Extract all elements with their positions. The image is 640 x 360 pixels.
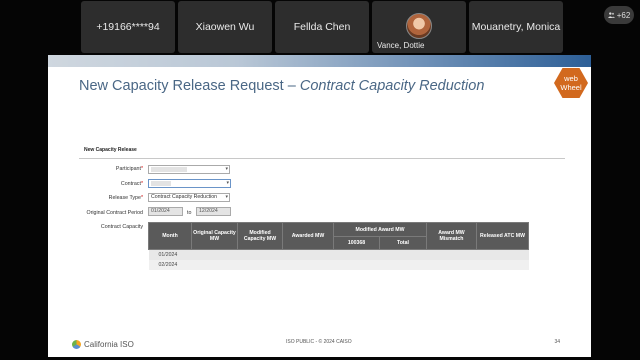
period-start-field: 01/2024 [148,207,183,216]
table-row: 02/2024 [148,259,529,270]
table-row: 01/2024 [148,249,529,260]
overflow-count: +62 [616,10,631,20]
participant-avatar [406,13,432,39]
col-sub-total: Total [379,236,427,250]
period-end-field: 12/2024 [196,207,231,216]
participant-tile[interactable]: Fellda Chen [275,1,369,53]
col-month: Month [148,222,192,250]
more-participants-button[interactable]: +62 [604,6,634,24]
slide-header-band [48,55,591,67]
col-sub-id: 100368 [333,236,380,250]
badge-line-2: Wheel [560,83,582,92]
chevron-down-icon: ▾ [225,166,228,172]
participant-name: Xiaowen Wu [195,21,255,33]
footer-classification: ISO PUBLIC - © 2024 CAISO [286,339,352,345]
participant-tile-video[interactable]: Vance, Dottie [372,1,466,53]
participant-select[interactable]: ▾ [148,165,230,174]
form-header: New Capacity Release [84,147,137,153]
slide-title-italic: Contract Capacity Reduction [299,78,485,94]
contract-label: Contract* [120,181,143,187]
period-to-text: to [187,210,192,216]
caiso-logo-icon [72,340,81,349]
caiso-logo: California ISO [72,340,134,349]
participant-name: Fellda Chen [293,21,351,33]
participant-tile[interactable]: Mouanetry, Monica [469,1,563,53]
col-modified: Modified Capacity MW [237,222,283,250]
chevron-down-icon: ▾ [226,180,229,186]
participant-strip: +19166****94 Xiaowen Wu Fellda Chen Vanc… [81,1,563,53]
participant-name: +19166****94 [96,21,160,33]
capacity-label: Contract Capacity [100,224,143,230]
capacity-table: Month Original Capacity MW Modified Capa… [148,222,529,270]
participant-name: Mouanetry, Monica [471,21,561,33]
col-awarded: Awarded MW [282,222,334,250]
slide-title-main: New Capacity Release Request – [79,78,300,94]
participant-label: Participant* [115,166,143,172]
col-released: Released ATC MW [476,222,529,250]
people-icon [607,12,615,18]
col-mismatch: Award MW Mismatch [426,222,477,250]
shared-slide: New Capacity Release Request – Contract … [48,55,591,357]
col-original: Original Capacity MW [191,222,238,250]
release-type-label: Release Type* [108,195,143,201]
row-month: 02/2024 [148,259,192,270]
form-divider [79,158,565,159]
release-type-select[interactable]: Contract Capacity Reduction ▾ [148,193,230,202]
contract-select[interactable]: ▾ [148,179,231,188]
col-modified-award: Modified Award MW [333,222,427,237]
participant-tile[interactable]: +19166****94 [81,1,175,53]
web-wheel-badge: web Wheel [554,68,588,98]
page-number: 34 [554,339,560,345]
chevron-down-icon: ▾ [225,194,228,200]
release-type-value: Contract Capacity Reduction [151,194,218,200]
row-month: 01/2024 [148,249,192,260]
logo-text: California ISO [84,340,134,349]
meeting-stage: +19166****94 Xiaowen Wu Fellda Chen Vanc… [0,0,640,360]
badge-line-1: web [564,74,578,83]
period-label: Original Contract Period [86,210,143,216]
participant-name: Vance, Dottie [377,41,425,50]
participant-tile[interactable]: Xiaowen Wu [178,1,272,53]
slide-title: New Capacity Release Request – Contract … [79,78,484,94]
